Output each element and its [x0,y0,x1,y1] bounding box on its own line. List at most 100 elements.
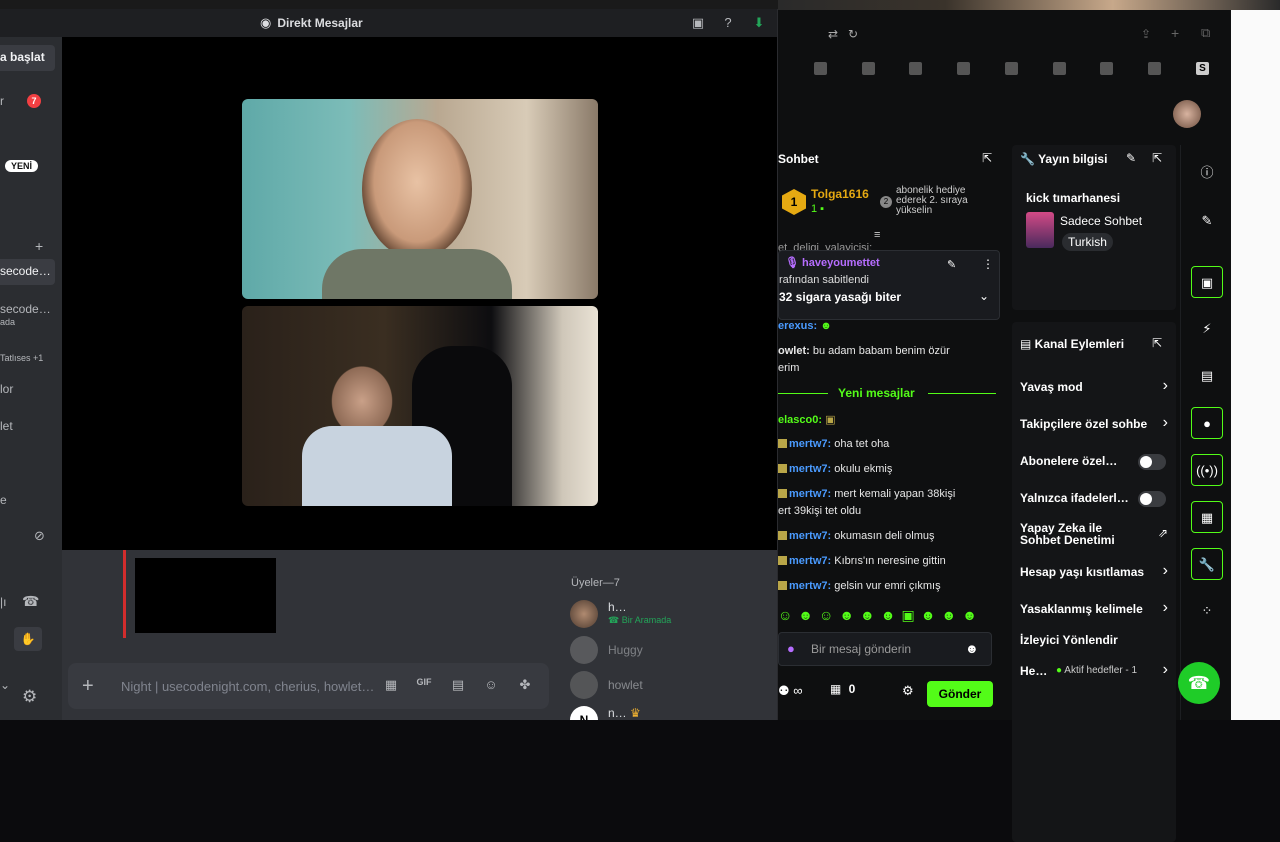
popout-icon[interactable]: ⇱ [1152,151,1162,165]
mic-icon[interactable]: ● [787,641,795,656]
action-ai-moderation[interactable]: Yapay Zeka ile Sohbet Denetimi [1020,522,1140,546]
apps-icon[interactable]: ✤ [516,677,534,693]
reload-icon[interactable]: ↻ [848,27,858,41]
chat-message-input[interactable]: ● Bir mesaj gönderin ☻ [778,632,992,666]
emotes-only-toggle[interactable] [1138,491,1166,507]
block-icon[interactable]: ⊘ [34,528,45,544]
gift-icon[interactable]: ▦ [382,677,400,693]
tab-favicon[interactable] [957,62,970,75]
action-emotes-only[interactable]: Yalnızca ifadelerl… [1020,491,1129,505]
edit-icon[interactable]: ✎ [1126,151,1136,165]
new-tab-icon[interactable]: + [1171,25,1179,41]
users-icon[interactable]: ⚉ ∞ [778,683,803,699]
member-name: howlet [608,678,643,692]
chevron-right-icon[interactable]: › [1163,377,1168,395]
message-input[interactable]: + Night | usecodenight.com, cherius, how… [68,663,549,709]
inbox-icon[interactable]: ▣ [690,15,706,31]
action-followers-only[interactable]: Takipçilere özel sohbe [1020,417,1147,431]
action-subscribers-only[interactable]: Abonelere özel… [1020,454,1117,468]
screen-capture-icon[interactable]: ▣ [1191,266,1223,298]
settings-gear-icon[interactable]: ⚙ [902,683,914,699]
video-tile-1[interactable] [242,99,598,299]
gif-icon[interactable]: GIF [415,677,433,687]
language-tag[interactable]: Turkish [1062,233,1113,251]
tab-favicon[interactable] [1053,62,1066,75]
chevron-down-icon[interactable]: ⌄ [0,678,10,692]
emoji-icon[interactable]: ☻ [965,641,979,656]
apps-icon[interactable]: ⁘ [1191,595,1223,627]
dashboard-icon[interactable]: ▦ [1191,501,1223,533]
member-item[interactable]: N n… ♛ [570,706,770,720]
sidebar-item-2[interactable]: secode… [0,302,56,316]
category-thumbnail[interactable] [1026,212,1054,248]
member-item[interactable]: Huggy [570,636,770,664]
points-display[interactable]: ▦ 0 [830,682,855,696]
action-slow-mode[interactable]: Yavaş mod [1020,380,1083,394]
tab-favicon[interactable] [1005,62,1018,75]
document-icon[interactable]: ▤ [1191,360,1223,392]
call-preview-tile[interactable] [135,558,276,633]
popout-icon[interactable]: ⇱ [982,151,992,165]
share-icon[interactable]: ⇪ [1141,27,1151,41]
emoji-icon[interactable]: ☺ [482,677,500,692]
activity-icon[interactable]: ✋ [14,627,42,651]
broadcast-icon[interactable]: ((•)) [1191,454,1223,486]
sidebar-item-5[interactable]: let [0,419,56,433]
disconnect-icon[interactable]: ☎ [22,593,39,610]
chevron-right-icon[interactable]: › [1163,661,1168,679]
tab-favicon[interactable] [814,62,827,75]
member-name: Huggy [608,643,643,657]
settings-gear-icon[interactable]: ⚙ [22,687,37,707]
support-chat-icon[interactable]: ☎ [1178,662,1220,704]
tab-favicon[interactable] [1148,62,1161,75]
pinned-text: 32 sigara yasağı biter [779,290,902,304]
sidebar-item-4[interactable]: lor [0,382,56,396]
download-icon[interactable]: ⬇ [751,15,767,31]
add-dm-icon[interactable]: + [35,238,43,254]
category-name[interactable]: Sadece Sohbet [1060,214,1142,228]
sidebar-item-active[interactable]: secode… [0,259,55,285]
tab-favicon[interactable]: S [1196,62,1209,75]
chevron-right-icon[interactable]: › [1163,599,1168,617]
chevron-right-icon[interactable]: › [1163,414,1168,432]
sidebar-item-3[interactable]: Tatlıses +1 [0,353,56,363]
start-conversation[interactable]: a başlat [0,45,55,71]
external-link-icon[interactable]: ⇗ [1158,526,1168,540]
action-goals[interactable]: He… [1020,664,1047,678]
info-icon[interactable]: ⓘ [1191,157,1223,189]
more-icon[interactable]: ⋮ [982,257,994,271]
action-raid[interactable]: İzleyici Yönlendir [1020,633,1118,647]
members-header: Üyeler—7 [571,577,620,589]
tab-overview-icon[interactable]: ⧉ [1201,25,1210,41]
wrench-icon[interactable]: 🔧 [1191,548,1223,580]
chat-bubble-icon[interactable]: ● [1191,407,1223,439]
help-icon[interactable]: ? [720,15,736,31]
top-gifter-name[interactable]: Tolga1616 [811,187,869,201]
lightning-icon[interactable]: ⚡ [1191,313,1223,345]
user-avatar[interactable] [1173,100,1201,128]
sidebar-item-6[interactable]: e [0,493,56,507]
action-banned-words[interactable]: Yasaklanmış kelimele [1020,602,1143,616]
tab-favicon[interactable] [862,62,875,75]
sticker-icon[interactable]: ▤ [449,677,467,693]
chat-line: mertw7: okumasın deli olmuş [778,530,935,542]
add-attachment-icon[interactable]: + [82,675,94,698]
popout-icon[interactable]: ⇱ [1152,336,1162,350]
tab-favicon[interactable] [1100,62,1113,75]
pin-icon[interactable]: ✎ [947,258,956,271]
tab-favicon[interactable] [909,62,922,75]
translate-icon[interactable]: ⇄ [828,27,838,41]
action-account-age[interactable]: Hesap yaşı kısıtlamas [1020,565,1144,579]
chevron-right-icon[interactable]: › [1163,562,1168,580]
pinned-message[interactable]: 🎙 haveyoumettet rafından sabitlendi 32 s… [778,250,1000,320]
address-bar[interactable]: ⇄ ↻ ⇪ + ⧉ [778,22,1231,50]
edit-icon[interactable]: ✎ [1191,205,1223,237]
send-button[interactable]: Gönder [927,681,993,707]
video-tile-2[interactable] [242,306,598,506]
member-item[interactable]: howlet [570,671,770,699]
subscribers-only-toggle[interactable] [1138,454,1166,470]
filter-icon[interactable]: ≡ [874,229,880,241]
emote-bar[interactable]: ☺☻☺☻☻☻▣☻☻☻ [778,607,993,629]
member-item[interactable]: h… ☎ Bir Aramada [570,600,770,628]
chevron-down-icon[interactable]: ⌄ [979,289,989,303]
